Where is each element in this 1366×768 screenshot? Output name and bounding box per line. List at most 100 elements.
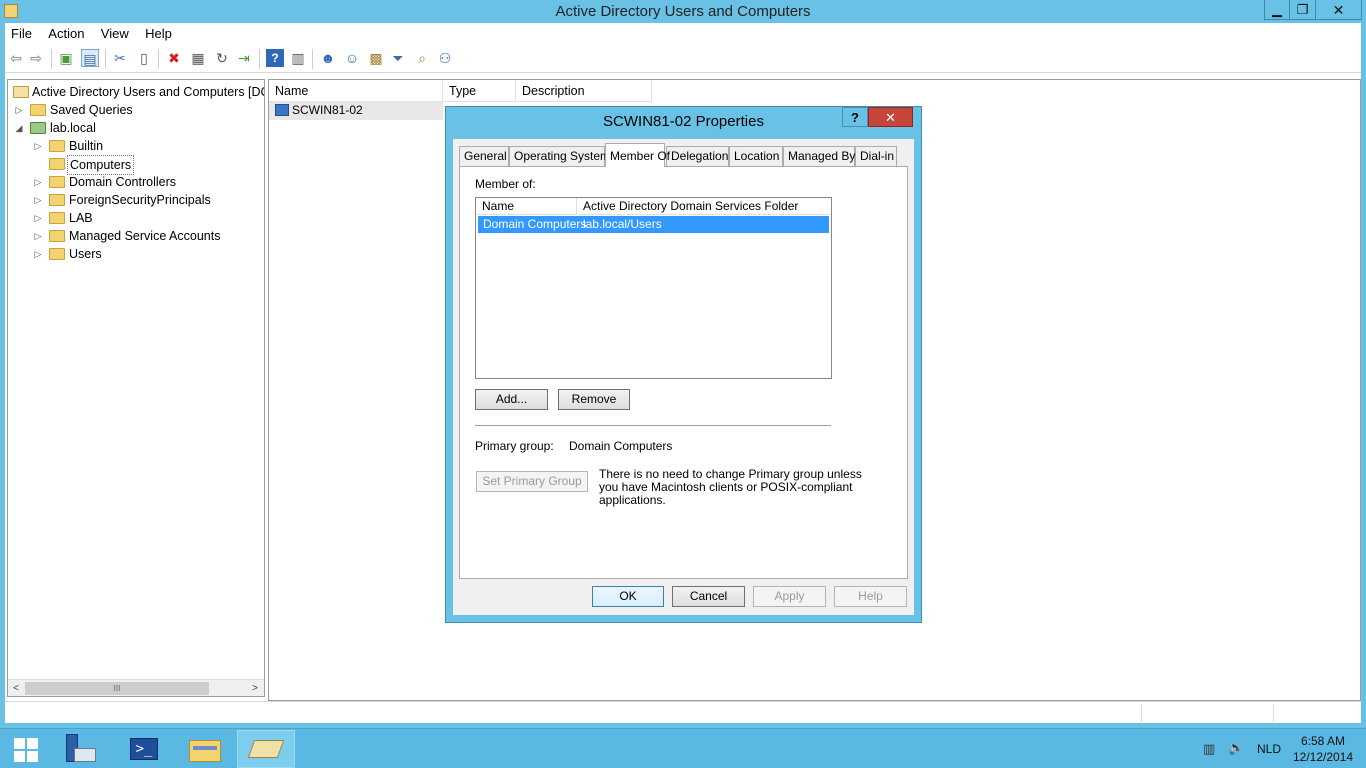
tree-item-users[interactable]: ▷ Users xyxy=(8,245,258,263)
delete-icon[interactable]: ✖ xyxy=(165,49,183,67)
folder-icon xyxy=(49,194,65,206)
expand-icon[interactable]: ▷ xyxy=(33,227,43,245)
properties-icon[interactable]: ▦ xyxy=(189,49,207,67)
tree-item-managed-service-accounts[interactable]: ▷ Managed Service Accounts xyxy=(8,227,258,245)
folder-icon xyxy=(30,104,46,116)
list-item[interactable]: Domain Computers lab.local/Users xyxy=(478,216,829,233)
tree-item-foreign-security-principals[interactable]: ▷ ForeignSecurityPrincipals xyxy=(8,191,258,209)
add-to-group-icon[interactable]: ⚇ xyxy=(436,49,454,67)
help-icon[interactable]: ? xyxy=(266,49,284,67)
dialog-body: General Operating System Member Of Deleg… xyxy=(453,139,914,615)
folder-icon xyxy=(49,158,65,170)
tab-delegation[interactable]: Delegation xyxy=(666,146,729,166)
ok-button[interactable]: OK xyxy=(592,586,664,607)
primary-group-note: There is no need to change Primary group… xyxy=(599,467,862,507)
export-list-icon[interactable]: ⇥ xyxy=(235,49,253,67)
file-explorer-icon[interactable] xyxy=(177,730,235,768)
tree-item-saved-queries[interactable]: ▷ Saved Queries xyxy=(8,101,258,119)
window-title: Active Directory Users and Computers xyxy=(555,3,811,20)
scroll-left-icon[interactable]: < xyxy=(8,681,24,696)
cut-icon[interactable]: ✂ xyxy=(111,49,129,67)
new-group-icon[interactable]: ☺ xyxy=(343,49,361,67)
console-tree[interactable]: Active Directory Users and Computers [DC… xyxy=(7,79,265,697)
member-column-folder[interactable]: Active Directory Domain Services Folder xyxy=(577,198,831,215)
primary-group-label: Primary group: xyxy=(475,439,554,453)
up-folder-icon[interactable]: ▣ xyxy=(57,49,75,67)
list-item[interactable]: SCWIN81-02 xyxy=(269,102,443,120)
menu-action[interactable]: Action xyxy=(42,23,91,41)
folder-icon xyxy=(49,248,65,260)
network-icon[interactable]: ▥ xyxy=(1203,741,1219,757)
ad-users-computers-icon[interactable] xyxy=(237,730,295,768)
powershell-icon[interactable]: >_ xyxy=(116,730,174,768)
menu-help[interactable]: Help xyxy=(139,23,179,41)
remove-button[interactable]: Remove xyxy=(558,389,630,410)
domain-icon xyxy=(30,122,46,134)
tree-item-lab[interactable]: ▷ LAB xyxy=(8,209,258,227)
collapse-icon[interactable]: ◢ xyxy=(14,119,24,137)
tab-dial-in[interactable]: Dial-in xyxy=(855,146,897,166)
expand-icon[interactable]: ▷ xyxy=(33,137,43,155)
status-bar xyxy=(5,701,1361,723)
language-indicator[interactable]: NLD xyxy=(1257,742,1281,756)
server-manager-icon[interactable] xyxy=(56,730,114,768)
column-header-type[interactable]: Type xyxy=(443,80,516,102)
new-user-icon[interactable]: ☻ xyxy=(319,49,337,67)
ad-root-icon xyxy=(13,86,29,98)
close-button[interactable]: ✕ xyxy=(1316,0,1362,20)
tree-horizontal-scrollbar[interactable]: < III > xyxy=(8,679,264,696)
dialog-close-icon[interactable]: ✕ xyxy=(868,107,913,127)
member-of-label: Member of: xyxy=(475,177,536,191)
tab-member-of[interactable]: Member Of xyxy=(605,143,670,167)
scroll-right-icon[interactable]: > xyxy=(247,681,263,696)
dialog-help-icon[interactable]: ? xyxy=(842,107,868,127)
set-primary-group-button[interactable]: Set Primary Group xyxy=(476,471,588,492)
apply-button[interactable]: Apply xyxy=(753,586,826,607)
toolbar: ⇦ ⇨ ▣ ▤ ✂ ▯ ✖ ▦ ↻ ⇥ ? ▥ ☻ ☺ ▩ ⏷ ⌕ ⚇ xyxy=(5,44,1361,73)
column-header-name[interactable]: Name xyxy=(269,80,443,102)
expand-icon[interactable]: ▷ xyxy=(33,191,43,209)
minimize-button[interactable]: ▁ xyxy=(1264,0,1290,20)
title-bar[interactable]: Active Directory Users and Computers ▁ ❐… xyxy=(0,0,1366,23)
tab-managed-by[interactable]: Managed By xyxy=(783,146,855,166)
column-header-description[interactable]: Description xyxy=(516,80,652,102)
show-hide-action-pane-icon[interactable]: ▥ xyxy=(289,49,307,67)
cancel-button[interactable]: Cancel xyxy=(672,586,745,607)
add-button[interactable]: Add... xyxy=(475,389,548,410)
tree-item-domain[interactable]: ◢ lab.local xyxy=(8,119,258,137)
forward-icon[interactable]: ⇨ xyxy=(27,49,45,67)
paste-icon[interactable]: ▯ xyxy=(135,49,153,67)
member-column-name[interactable]: Name xyxy=(476,198,577,215)
show-hide-console-tree-icon[interactable]: ▤ xyxy=(81,49,99,67)
folder-icon xyxy=(49,230,65,242)
tree-item-builtin[interactable]: ▷ Builtin xyxy=(8,137,258,155)
find-icon[interactable]: ⌕ xyxy=(413,49,431,67)
menu-bar: File Action View Help xyxy=(5,23,1361,44)
maximize-button[interactable]: ❐ xyxy=(1290,0,1316,20)
start-button[interactable] xyxy=(0,730,58,768)
expand-icon[interactable]: ▷ xyxy=(33,173,43,191)
tree-item-computers[interactable]: Computers xyxy=(8,155,258,175)
filter-icon[interactable]: ⏷ xyxy=(389,49,407,67)
new-ou-icon[interactable]: ▩ xyxy=(367,49,385,67)
ou-icon xyxy=(49,176,65,188)
expand-icon[interactable]: ▷ xyxy=(33,209,43,227)
tab-operating-system[interactable]: Operating System xyxy=(509,146,610,166)
tab-general[interactable]: General xyxy=(459,146,509,166)
expand-icon[interactable]: ▷ xyxy=(33,245,43,263)
member-of-list[interactable]: Name Active Directory Domain Services Fo… xyxy=(475,197,832,379)
windows-logo-icon xyxy=(14,738,38,762)
menu-file[interactable]: File xyxy=(5,23,39,41)
refresh-icon[interactable]: ↻ xyxy=(213,49,231,67)
back-icon[interactable]: ⇦ xyxy=(7,49,25,67)
tab-location[interactable]: Location xyxy=(729,146,783,166)
member-of-panel: Member of: Name Active Directory Domain … xyxy=(459,166,908,579)
expand-icon[interactable]: ▷ xyxy=(14,101,24,119)
help-button[interactable]: Help xyxy=(834,586,907,607)
scroll-thumb[interactable]: III xyxy=(25,682,209,695)
properties-dialog: SCWIN81-02 Properties ? ✕ General Operat… xyxy=(445,106,922,623)
menu-view[interactable]: View xyxy=(95,23,136,41)
clock[interactable]: 6:58 AM 12/12/2014 xyxy=(1292,733,1354,765)
volume-muted-icon[interactable]: 🔈 xyxy=(1228,740,1246,758)
tree-item-domain-controllers[interactable]: ▷ Domain Controllers xyxy=(8,173,258,191)
